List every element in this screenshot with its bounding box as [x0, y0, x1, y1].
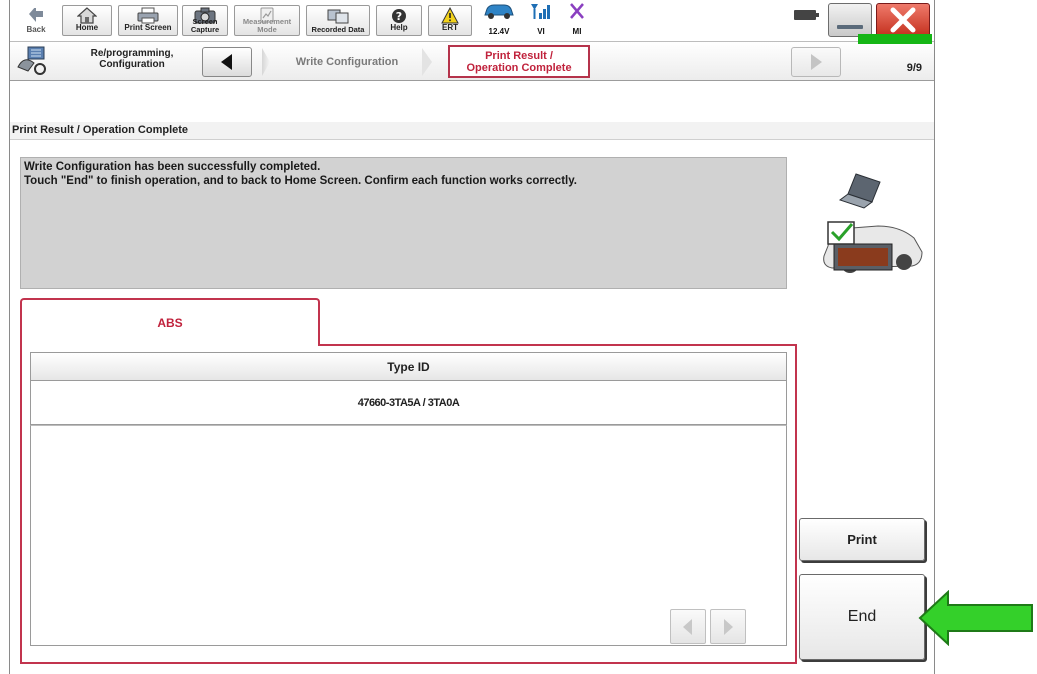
mi-label: MI — [572, 27, 582, 36]
screen-capture-button[interactable]: Screen Capture — [182, 5, 228, 36]
signal-icon — [531, 4, 550, 19]
printer-icon — [137, 7, 159, 24]
measurement-mode-button[interactable]: Measurement Mode — [234, 5, 300, 36]
page-title: Print Result / Operation Complete — [12, 124, 189, 136]
screen-capture-label: Screen Capture — [190, 17, 220, 34]
triangle-left-icon — [221, 54, 232, 70]
close-button[interactable] — [876, 3, 930, 37]
laptop-icon — [838, 173, 881, 209]
reprogramming-icon — [17, 46, 46, 75]
vi-indicator: VI — [526, 2, 556, 36]
print-button-label: Print — [847, 532, 877, 547]
triangle-left-icon — [683, 618, 692, 635]
message-line-2: Touch "End" to finish operation, and to … — [24, 175, 577, 187]
column-header-type-id: Type ID — [30, 352, 787, 381]
triangle-right-icon — [811, 54, 822, 70]
mi-indicator: MI — [562, 2, 592, 36]
help-icon: ? — [392, 8, 406, 23]
message-line-1: Write Configuration has been successfull… — [24, 161, 321, 173]
completed-car-illustration — [823, 173, 923, 273]
step-current: Print Result / Operation Complete — [448, 45, 590, 78]
type-id-value: 47660-3TA5A / 3TA0A — [357, 396, 460, 409]
result-panel: Type ID 47660-3TA5A / 3TA0A — [20, 344, 797, 664]
recorded-data-label: Recorded Data — [311, 25, 365, 34]
step-write-configuration: Write Configuration — [262, 48, 432, 76]
disconnected-x-icon — [570, 3, 584, 19]
home-icon — [77, 7, 97, 24]
page-header: Print Result / Operation Complete — [10, 122, 934, 140]
voltage-label: 12.4V — [488, 27, 510, 36]
back-arrow-icon — [29, 6, 43, 22]
callout-arrow — [918, 590, 1033, 646]
home-label: Home — [75, 23, 99, 32]
scroll-left-button[interactable] — [670, 609, 706, 644]
step-title: Re/programming, Configuration — [90, 48, 174, 70]
print-button[interactable]: Print — [799, 518, 925, 561]
end-button-label: End — [847, 608, 877, 625]
previous-step-button[interactable] — [202, 47, 252, 77]
end-button[interactable]: End — [799, 574, 925, 660]
tab-abs-label: ABS — [157, 316, 183, 330]
close-icon — [890, 7, 916, 33]
step-write-label: Write Configuration — [295, 56, 399, 68]
home-button[interactable]: Home — [62, 5, 112, 36]
recorded-data-icon — [327, 9, 349, 24]
triangle-right-icon — [724, 618, 733, 635]
tab-abs[interactable]: ABS — [20, 298, 320, 346]
progress-bar — [858, 34, 932, 44]
app-window: Back Home Print Screen Screen Capture Me… — [9, 0, 935, 674]
car-icon — [484, 4, 514, 19]
recorded-data-button[interactable]: Recorded Data — [306, 5, 370, 36]
progress-text: 9/9 — [906, 62, 922, 74]
ert-button[interactable]: ERT — [428, 5, 472, 36]
current-step-line2: Operation Complete — [466, 61, 572, 74]
toolbar: Back Home Print Screen Screen Capture Me… — [10, 0, 934, 40]
svg-text:?: ? — [396, 10, 402, 23]
warning-icon — [441, 7, 459, 24]
scroll-right-button[interactable] — [710, 609, 746, 644]
back-button[interactable]: Back — [14, 5, 58, 36]
back-label: Back — [26, 25, 46, 34]
measurement-mode-label: Measurement Mode — [242, 17, 292, 34]
step-bar: Re/programming, Configuration Write Conf… — [10, 41, 934, 81]
table-row: 47660-3TA5A / 3TA0A — [30, 381, 787, 425]
checkmark-icon — [827, 221, 855, 245]
battery-voltage-indicator: 12.4V — [478, 2, 520, 36]
print-screen-label: Print Screen — [124, 23, 172, 32]
vi-label: VI — [537, 27, 545, 36]
help-label: Help — [390, 23, 408, 32]
print-screen-button[interactable]: Print Screen — [118, 5, 178, 36]
ert-label: ERT — [442, 23, 458, 32]
current-step-line1: Print Result / — [485, 49, 553, 62]
help-button[interactable]: ? Help — [376, 5, 422, 36]
next-step-button[interactable] — [791, 47, 841, 77]
minimize-button[interactable] — [828, 3, 872, 37]
battery-icon — [794, 10, 819, 20]
message-box: Write Configuration has been successfull… — [20, 157, 787, 289]
